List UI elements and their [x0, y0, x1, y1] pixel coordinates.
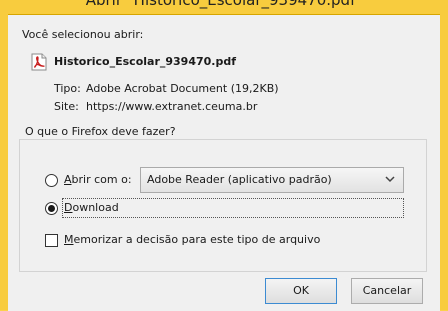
application-select[interactable]: Adobe Reader (aplicativo padrão)	[140, 167, 404, 193]
remember-accesskey: M	[64, 233, 74, 246]
download-radio[interactable]	[45, 202, 58, 215]
type-label: Tipo:	[54, 82, 81, 95]
application-select-value: Adobe Reader (aplicativo padrão)	[147, 173, 332, 186]
site-label: Site:	[54, 100, 79, 113]
action-group-title: O que o Firefox deve fazer?	[22, 125, 179, 138]
title-bar[interactable]: Abrir "Historico_Escolar_939470.pdf"	[0, 0, 448, 14]
intro-text: Você selecionou abrir:	[22, 28, 144, 41]
remember-checkbox[interactable]	[45, 234, 58, 247]
window-frame-right	[440, 14, 448, 310]
remember-text: emorizar a decisão para este tipo de arq…	[73, 233, 321, 246]
window-title: Abrir "Historico_Escolar_939470.pdf"	[85, 0, 363, 9]
ok-button[interactable]: OK	[265, 278, 337, 304]
download-text: ownload	[72, 201, 119, 214]
file-name: Historico_Escolar_939470.pdf	[54, 55, 237, 68]
type-value: Adobe Acrobat Document (19,2KB)	[86, 82, 279, 95]
pdf-file-icon	[31, 53, 47, 71]
download-label[interactable]: Download	[64, 201, 119, 214]
cancel-button[interactable]: Cancelar	[351, 278, 423, 304]
chevron-down-icon	[385, 176, 395, 183]
site-value: https://www.extranet.ceuma.br	[86, 100, 258, 113]
window-frame-left	[0, 14, 8, 310]
remember-label[interactable]: Memorizar a decisão para este tipo de ar…	[64, 233, 320, 246]
open-with-radio[interactable]	[45, 174, 58, 187]
dialog-body: Você selecionou abrir: Historico_Escolar…	[8, 14, 440, 311]
open-with-label[interactable]: Abrir com o:	[64, 173, 132, 186]
radio-selected-dot	[48, 205, 55, 212]
open-with-accesskey: A	[64, 173, 72, 186]
open-with-text: brir com o:	[71, 173, 132, 186]
